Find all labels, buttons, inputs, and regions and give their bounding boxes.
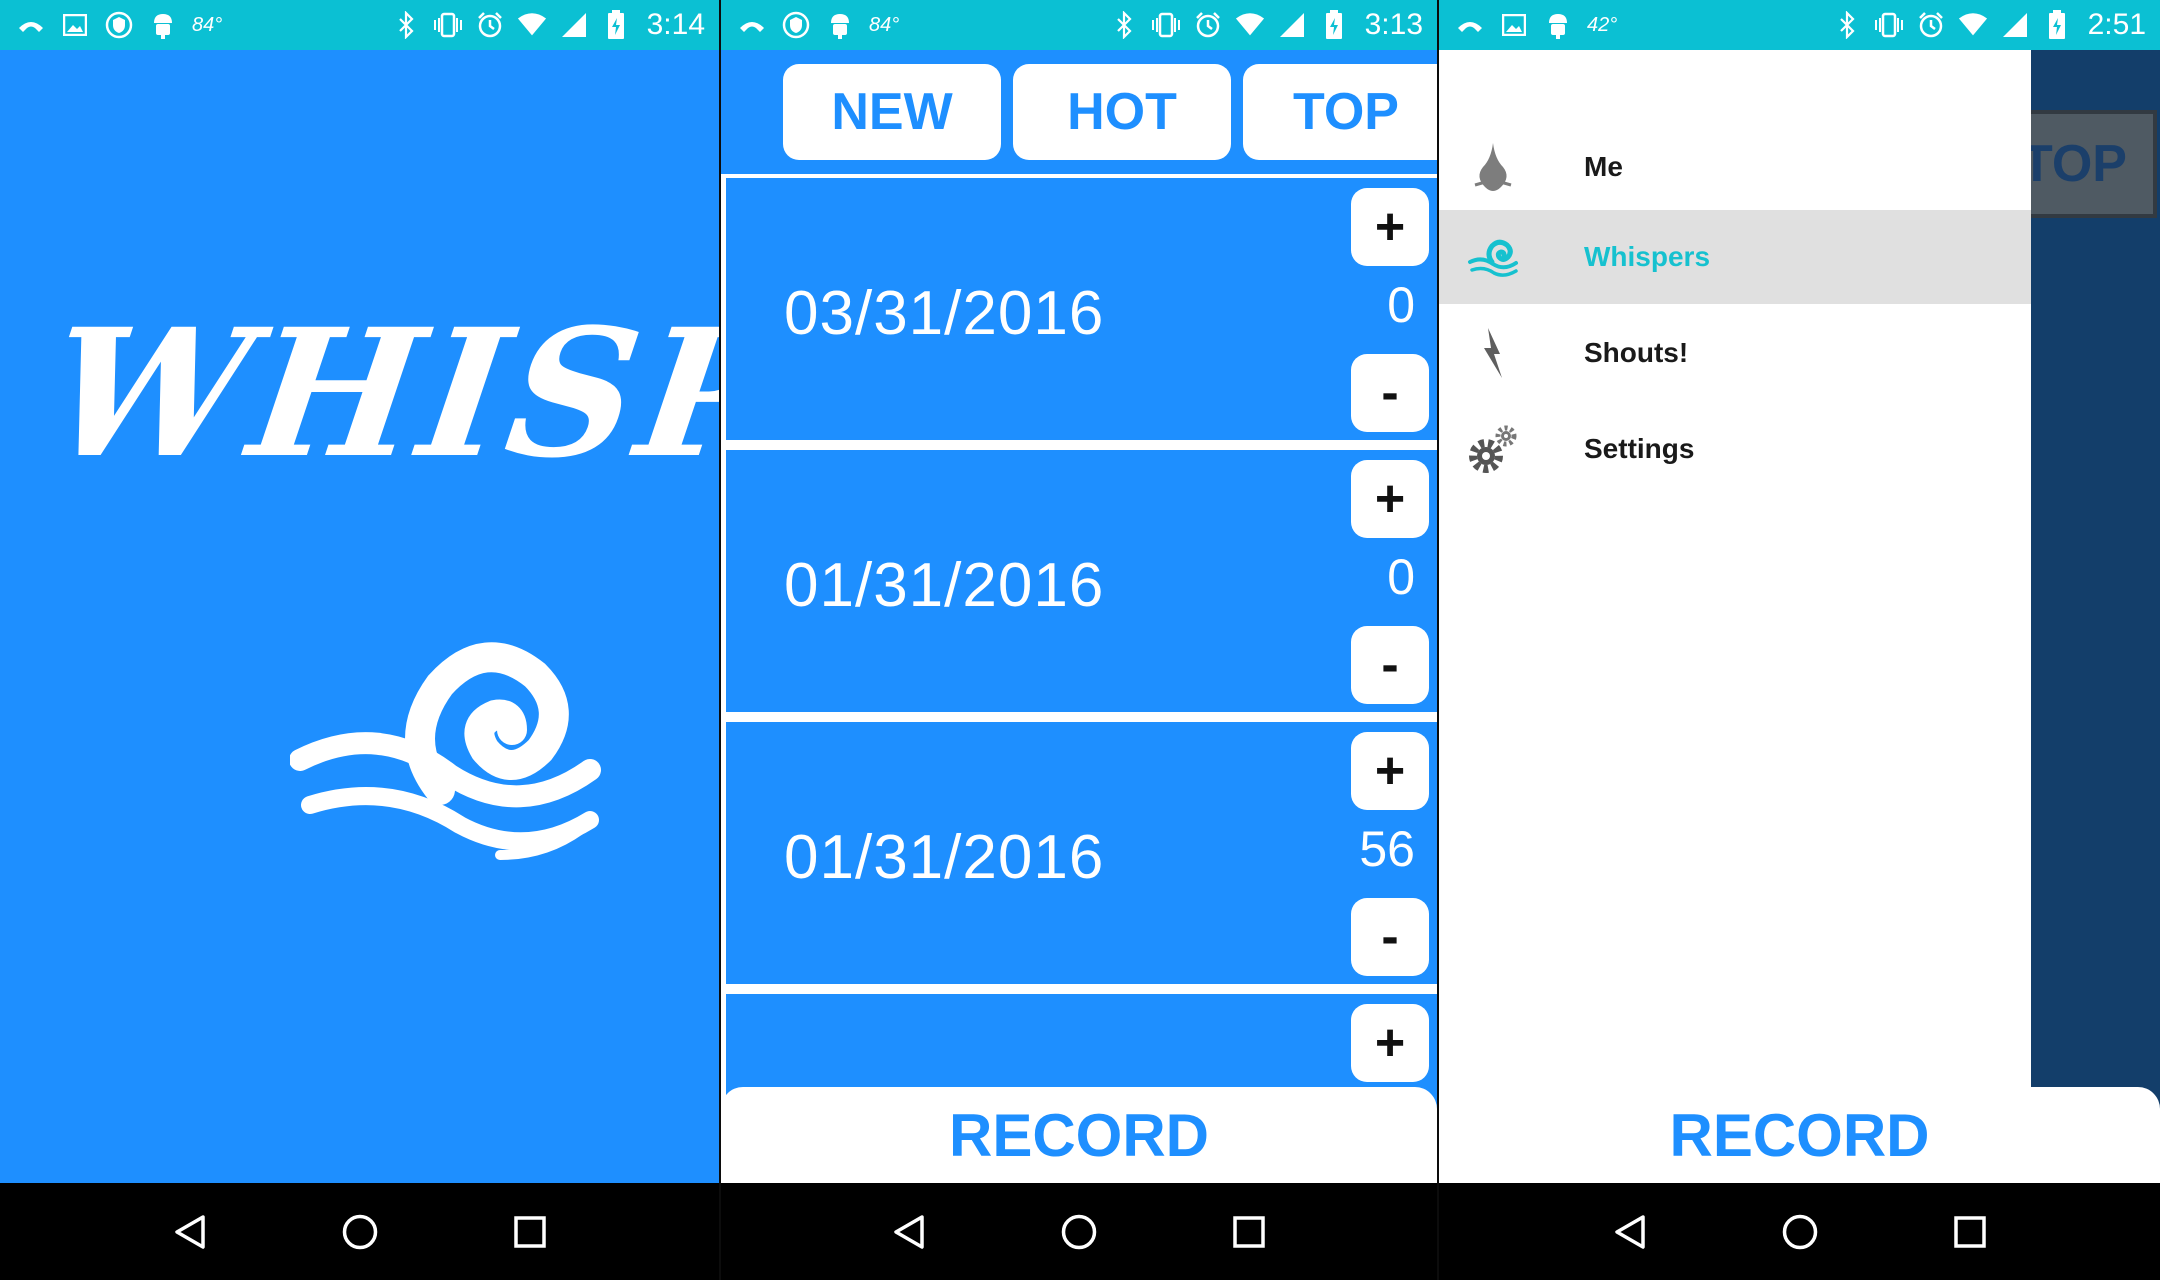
wind-swirl-icon (1465, 229, 1521, 285)
bluetooth-icon (1109, 10, 1139, 40)
downvote-button[interactable]: - (1351, 626, 1429, 704)
app-logo-text: WHISP (37, 290, 719, 497)
temperature-text: 84° (192, 13, 223, 36)
missed-call-icon (1455, 10, 1485, 40)
vote-count: 0 (1387, 549, 1415, 605)
temperature-text: 42° (1587, 13, 1618, 36)
whisper-card[interactable]: 03/31/2016 + 0 - (726, 178, 1437, 440)
downvote-button[interactable]: - (1351, 898, 1429, 976)
record-button[interactable]: RECORD (1439, 1087, 2160, 1183)
status-bar: 42° 2:51 (1439, 0, 2160, 50)
whisper-card[interactable]: 01/31/2016 + 0 - (726, 450, 1437, 712)
sort-tab-bar: NEW HOT TOP (721, 50, 1437, 174)
tab-top-dimmed: TOP (2019, 110, 2157, 218)
menu-item-shouts[interactable]: Shouts! (1439, 306, 2031, 400)
record-button[interactable]: RECORD (721, 1087, 1437, 1183)
vote-count: 56 (1359, 821, 1415, 877)
flame-icon (1465, 139, 1521, 195)
upvote-button[interactable]: + (1351, 460, 1429, 538)
menu-item-whispers[interactable]: Whispers (1439, 210, 2031, 304)
home-icon[interactable] (340, 1212, 380, 1252)
navigation-drawer: Me Whispers Shouts! Settings (1439, 50, 2031, 1183)
bluetooth-icon (391, 10, 421, 40)
alarm-icon (1193, 10, 1223, 40)
upvote-button[interactable]: + (1351, 1004, 1429, 1082)
bluetooth-icon (1832, 10, 1862, 40)
whisper-card[interactable]: 01/31/2016 + 56 - (726, 722, 1437, 984)
temperature-text: 84° (869, 13, 900, 36)
android-icon (825, 10, 855, 40)
battery-icon (2042, 10, 2072, 40)
clock-text: 2:51 (2087, 8, 2146, 41)
whisper-date: 03/31/2016 (784, 279, 1105, 348)
drawer-screen: 42° 2:51 TOP Me Whispers Shouts! Setting… (1439, 0, 2160, 1280)
missed-call-icon (737, 10, 767, 40)
cell-signal-icon (559, 10, 589, 40)
back-icon[interactable] (170, 1212, 210, 1252)
menu-label: Shouts! (1584, 337, 1689, 368)
missed-call-icon (16, 10, 46, 40)
status-bar: 84° 3:13 (721, 0, 1437, 50)
alarm-icon (475, 10, 505, 40)
recents-icon[interactable] (1950, 1212, 1990, 1252)
vibrate-icon (1151, 10, 1181, 40)
upvote-button[interactable]: + (1351, 188, 1429, 266)
wifi-icon (517, 10, 547, 40)
home-icon[interactable] (1780, 1212, 1820, 1252)
menu-label: Me (1584, 151, 1623, 182)
back-icon[interactable] (889, 1212, 929, 1252)
tab-hot[interactable]: HOT (1013, 64, 1231, 160)
android-icon (148, 10, 178, 40)
clock-text: 3:13 (1364, 8, 1423, 41)
image-icon (1499, 10, 1529, 40)
cell-signal-icon (2000, 10, 2030, 40)
vibrate-icon (433, 10, 463, 40)
menu-label: Whispers (1584, 241, 1711, 272)
clock-text: 3:14 (646, 8, 705, 41)
menu-label: Settings (1584, 433, 1695, 464)
wind-swirl-logo-icon (290, 642, 601, 860)
lightning-icon (1465, 325, 1521, 381)
shield-icon (781, 10, 811, 40)
alarm-icon (1916, 10, 1946, 40)
cell-signal-icon (1277, 10, 1307, 40)
whisper-feed: NEW HOT TOP 03/31/2016 + 0 - 01/31/2016 … (721, 50, 1437, 1183)
tab-top[interactable]: TOP (1243, 64, 1437, 160)
android-icon (1543, 10, 1573, 40)
menu-item-settings[interactable]: Settings (1439, 402, 2031, 496)
gears-icon (1465, 421, 1521, 477)
battery-icon (1319, 10, 1349, 40)
upvote-button[interactable]: + (1351, 732, 1429, 810)
whisper-date: 01/31/2016 (784, 823, 1105, 892)
wifi-icon (1958, 10, 1988, 40)
splash-background: WHISP (0, 50, 719, 1183)
nav-bar (1439, 1183, 2160, 1280)
vote-count: 0 (1387, 277, 1415, 333)
wifi-icon (1235, 10, 1265, 40)
feed-screen: 84° 3:13 NEW HOT TOP 03/31/2016 + 0 - 01… (721, 0, 1437, 1280)
home-icon[interactable] (1059, 1212, 1099, 1252)
downvote-button[interactable]: - (1351, 354, 1429, 432)
battery-icon (601, 10, 631, 40)
nav-bar (721, 1183, 1437, 1280)
recents-icon[interactable] (510, 1212, 550, 1252)
shield-icon (104, 10, 134, 40)
image-icon (60, 10, 90, 40)
nav-bar (0, 1183, 719, 1280)
whisper-date: 01/31/2016 (784, 551, 1105, 620)
status-bar: 84° 3:14 (0, 0, 719, 50)
recents-icon[interactable] (1229, 1212, 1269, 1252)
splash-screen: 84° 3:14 WHISP (0, 0, 719, 1280)
tab-new[interactable]: NEW (783, 64, 1001, 160)
back-icon[interactable] (1610, 1212, 1650, 1252)
menu-item-me[interactable]: Me (1439, 120, 2031, 214)
vibrate-icon (1874, 10, 1904, 40)
